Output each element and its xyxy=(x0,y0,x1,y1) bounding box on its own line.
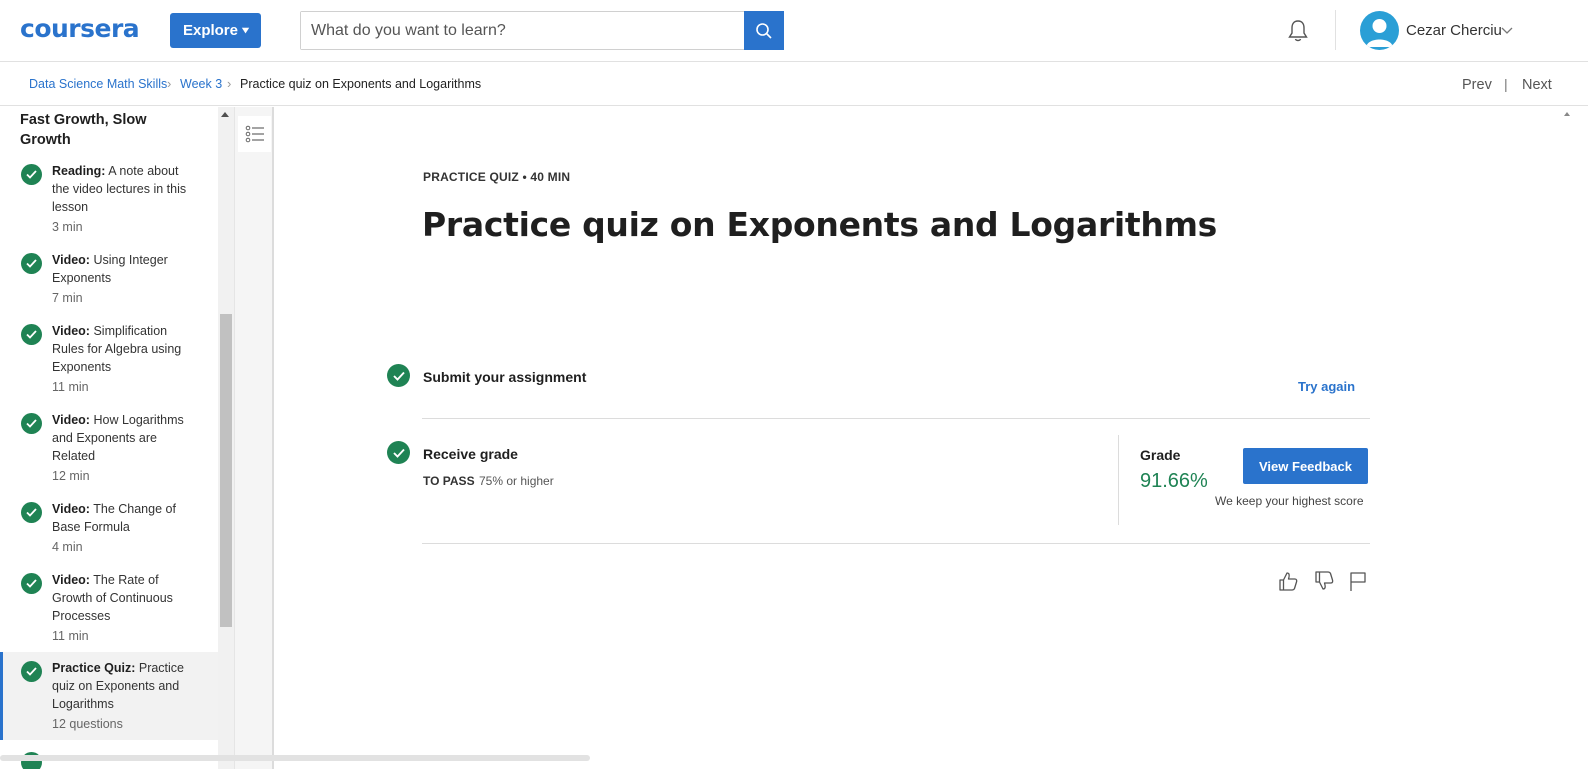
completed-check-icon xyxy=(21,164,42,185)
breadcrumb: Data Science Math Skills › Week 3 › Prac… xyxy=(0,62,1588,106)
search-bar xyxy=(300,11,784,50)
toc-toggle-button[interactable] xyxy=(238,116,271,152)
sidebar-item-duration: 3 min xyxy=(52,220,83,234)
sidebar-item-label: Video: Using Integer Exponents xyxy=(52,253,168,285)
completed-check-icon xyxy=(21,573,42,594)
sidebar-item-video[interactable]: Video: How Logarithms and Exponents are … xyxy=(0,408,218,494)
thumbs-down-icon[interactable] xyxy=(1313,570,1335,592)
grade-label: Grade xyxy=(1140,447,1181,463)
sidebar-item-duration: 12 questions xyxy=(52,717,123,731)
scroll-up-arrow-icon[interactable] xyxy=(1564,112,1570,116)
to-pass-value: 75% or higher xyxy=(479,474,554,488)
breadcrumb-separator-icon: › xyxy=(227,76,232,91)
scroll-up-arrow-icon[interactable] xyxy=(221,112,229,117)
breadcrumb-week[interactable]: Week 3 xyxy=(180,77,222,91)
user-name[interactable]: Cezar Cherciu xyxy=(1406,22,1502,39)
sidebar-item-duration: 4 min xyxy=(52,540,83,554)
breadcrumb-separator-icon: › xyxy=(167,76,172,91)
sidebar-item-duration: 11 min xyxy=(52,380,89,394)
submit-completed-check-icon xyxy=(387,364,410,387)
sidebar-scrollbar-thumb[interactable] xyxy=(220,314,232,627)
grade-completed-check-icon xyxy=(387,441,410,464)
sidebar-item-label: Video: How Logarithms and Exponents are … xyxy=(52,413,184,463)
sidebar-item-label: Video: The Rate of Growth of Continuous … xyxy=(52,573,173,623)
search-input[interactable] xyxy=(301,12,745,49)
sidebar-item-video[interactable]: Video: The Change of Base Formula 4 min xyxy=(0,497,218,563)
completed-check-icon xyxy=(21,413,42,434)
completed-check-icon xyxy=(21,253,42,274)
flag-icon[interactable] xyxy=(1347,570,1369,592)
completed-check-icon xyxy=(21,324,42,345)
sidebar-item-video[interactable]: Video: Simplification Rules for Algebra … xyxy=(0,319,218,405)
horizontal-scrollbar[interactable] xyxy=(0,755,590,761)
prev-link[interactable]: Prev xyxy=(1462,77,1492,93)
to-pass-label: TO PASS xyxy=(423,474,475,488)
sidebar-item-label: Practice Quiz: Practice quiz on Exponent… xyxy=(52,661,185,711)
avatar[interactable] xyxy=(1360,11,1399,50)
next-link[interactable]: Next xyxy=(1522,77,1552,93)
breadcrumb-current: Practice quiz on Exponents and Logarithm… xyxy=(240,77,482,91)
explore-label: Explore xyxy=(182,22,238,39)
thumbs-up-icon[interactable] xyxy=(1277,570,1299,592)
view-feedback-button[interactable]: View Feedback xyxy=(1243,448,1368,484)
notification-bell-icon[interactable] xyxy=(1284,17,1312,45)
chevron-down-icon[interactable] xyxy=(1500,24,1514,38)
sidebar-item-duration: 12 min xyxy=(52,469,90,483)
sidebar-item-label: Video: The Change of Base Formula xyxy=(52,502,176,534)
header-divider xyxy=(1335,10,1336,50)
sidebar-item-duration: 7 min xyxy=(52,291,83,305)
highest-score-note: We keep your highest score xyxy=(1215,494,1364,508)
coursera-logo[interactable]: coursera xyxy=(20,14,140,43)
submit-assignment-title: Submit your assignment xyxy=(423,369,587,385)
completed-check-icon xyxy=(21,502,42,523)
top-navigation-bar: coursera Explore ▾ Cezar Cherciu xyxy=(0,0,1588,62)
sidebar-item-video[interactable]: Video: The Rate of Growth of Continuous … xyxy=(0,568,218,654)
chevron-down-icon: ▾ xyxy=(242,25,249,36)
grade-value: 91.66% xyxy=(1140,470,1208,492)
sidebar-section-title: Fast Growth, Slow Growth xyxy=(20,112,147,148)
breadcrumb-course[interactable]: Data Science Math Skills xyxy=(29,77,167,91)
explore-button[interactable]: Explore ▾ xyxy=(170,13,261,48)
completed-check-icon xyxy=(21,661,42,682)
page-title: Practice quiz on Exponents and Logarithm… xyxy=(422,205,1218,244)
search-button[interactable] xyxy=(744,11,784,50)
try-again-link[interactable]: Try again xyxy=(1298,379,1355,394)
sidebar-item-practice-quiz[interactable]: Practice Quiz: Practice quiz on Exponent… xyxy=(0,652,218,740)
user-icon xyxy=(1366,19,1393,47)
divider xyxy=(422,543,1370,544)
sidebar-item-label: Reading: A note about the video lectures… xyxy=(52,164,187,214)
sidebar-item-reading[interactable]: Reading: A note about the video lectures… xyxy=(0,159,218,245)
nav-separator: | xyxy=(1504,76,1508,92)
course-sidebar: Fast Growth, Slow Growth Reading: A note… xyxy=(0,107,218,769)
sidebar-item-video[interactable]: Video: Using Integer Exponents 7 min xyxy=(0,248,218,314)
divider xyxy=(422,418,1370,419)
search-icon xyxy=(756,22,772,39)
main-content: PRACTICE QUIZ • 40 MIN Practice quiz on … xyxy=(276,107,1566,769)
list-icon xyxy=(245,125,264,143)
sidebar-item-duration: 11 min xyxy=(52,629,89,643)
grade-divider xyxy=(1118,435,1119,525)
toc-strip xyxy=(234,107,274,769)
quiz-meta: PRACTICE QUIZ • 40 MIN xyxy=(423,170,571,184)
receive-grade-title: Receive grade xyxy=(423,446,518,462)
sidebar-item-label: Video: Simplification Rules for Algebra … xyxy=(52,324,182,374)
